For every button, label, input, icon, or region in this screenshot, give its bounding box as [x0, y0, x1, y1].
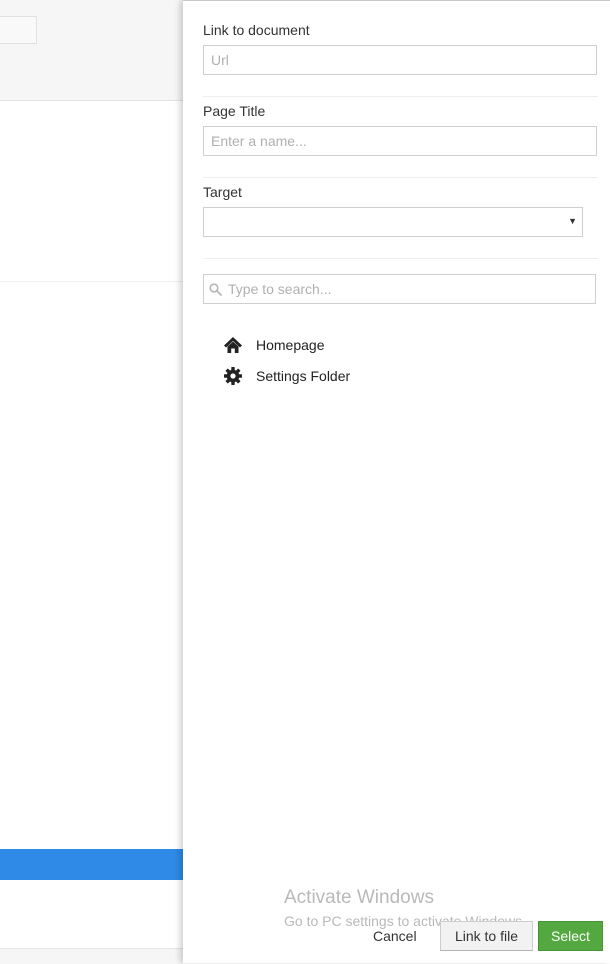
target-label: Target — [203, 184, 242, 200]
separator — [203, 258, 598, 259]
search-input[interactable] — [228, 275, 588, 303]
page-title-input[interactable] — [203, 126, 597, 156]
title-field-group: Page Title — [203, 103, 597, 156]
tree-item-homepage[interactable]: Homepage — [223, 329, 583, 360]
background-divider — [0, 281, 183, 282]
link-to-document-label: Link to document — [203, 22, 310, 38]
background-selected-row — [0, 849, 183, 880]
target-select[interactable]: ▼ — [203, 207, 583, 237]
caret-down-icon: ▼ — [568, 216, 577, 226]
tree-item-label: Settings Folder — [256, 367, 351, 384]
link-field-group: Link to document — [203, 22, 597, 75]
home-icon — [224, 336, 242, 353]
search-icon — [209, 283, 222, 296]
tree-item-label: Homepage — [256, 336, 325, 353]
background-app — [0, 0, 183, 964]
tree-item-settings-folder[interactable]: Settings Folder — [223, 360, 583, 391]
separator — [203, 177, 598, 178]
separator — [203, 96, 598, 97]
link-picker-panel: Link to document Page Title Target ▼ Hom… — [183, 0, 610, 963]
search-box[interactable] — [203, 274, 596, 304]
link-to-file-button[interactable]: Link to file — [440, 921, 533, 951]
target-field-group: Target ▼ — [203, 184, 583, 237]
background-header — [0, 0, 183, 101]
gear-icon — [224, 366, 242, 385]
cancel-button[interactable]: Cancel — [368, 921, 422, 951]
background-footer — [0, 948, 183, 964]
url-input[interactable] — [203, 45, 597, 75]
content-tree: Homepage Settings Folder — [223, 329, 583, 391]
watermark-title: Activate Windows — [284, 887, 434, 908]
select-button[interactable]: Select — [538, 921, 603, 951]
background-header-input — [0, 16, 37, 44]
page-title-label: Page Title — [203, 103, 266, 119]
